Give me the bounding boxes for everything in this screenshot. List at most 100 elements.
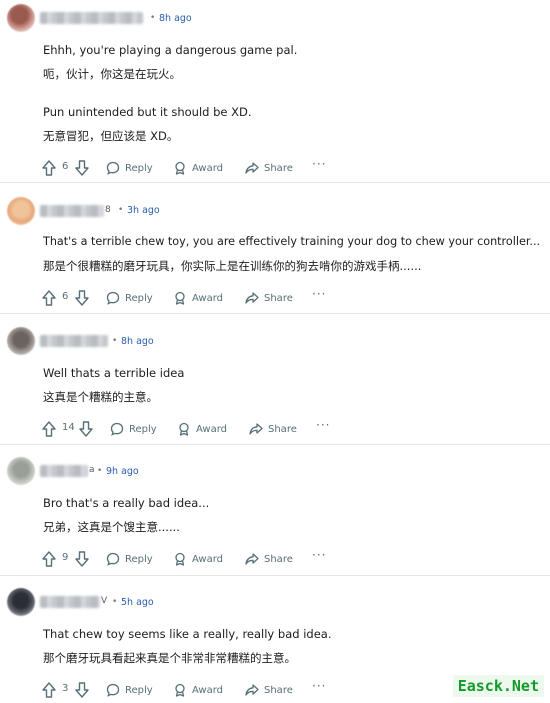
reply-button[interactable]: Reply [106, 550, 153, 568]
username-suffix[interactable]: V [101, 596, 107, 606]
share-icon [249, 423, 263, 435]
more-options-button[interactable]: ··· [312, 157, 326, 171]
action-bar: 6 Reply Award Share ··· [42, 157, 342, 177]
comment: • 8h ago Well thats a terrible idea 这真是个… [0, 327, 550, 447]
avatar[interactable] [7, 4, 35, 32]
award-icon [175, 552, 185, 566]
username[interactable] [40, 596, 100, 608]
divider [0, 575, 550, 576]
award-icon [179, 422, 189, 436]
reply-button[interactable]: Reply [106, 159, 153, 177]
vote-count: 9 [62, 552, 69, 563]
comment-translation: 无意冒犯，但应该是 XD。 [43, 129, 179, 143]
more-options-button[interactable]: ··· [312, 679, 326, 693]
comment: 8 • 3h ago That's a terrible chew toy, y… [0, 197, 550, 317]
downvote-icon [75, 682, 89, 698]
award-button[interactable]: Award [173, 681, 223, 699]
username-suffix[interactable]: 8 [105, 205, 111, 215]
reply-icon [106, 291, 120, 305]
upvote-button[interactable] [42, 550, 56, 568]
comment-translation: 这真是个糟糕的主意。 [43, 390, 158, 404]
more-options-button[interactable]: ··· [316, 418, 330, 432]
share-button[interactable]: Share [249, 420, 297, 438]
award-button[interactable]: Award [173, 289, 223, 307]
share-button[interactable]: Share [245, 159, 293, 177]
upvote-button[interactable] [42, 159, 56, 177]
reply-button[interactable]: Reply [106, 289, 153, 307]
award-button[interactable]: Award [173, 159, 223, 177]
separator-dot: • [118, 205, 124, 215]
comment-translation: 那个磨牙玩具看起来真是个非常非常糟糕的主意。 [43, 651, 296, 665]
award-label: Award [192, 553, 224, 565]
award-icon [175, 683, 185, 697]
reply-icon [106, 683, 120, 697]
avatar[interactable] [7, 588, 35, 616]
username[interactable] [40, 335, 108, 347]
share-icon [245, 684, 259, 696]
avatar[interactable] [7, 457, 35, 485]
upvote-button[interactable] [42, 420, 56, 438]
reply-label: Reply [125, 292, 153, 304]
reply-button[interactable]: Reply [106, 681, 153, 699]
share-button[interactable]: Share [245, 681, 293, 699]
comment-text: Bro that's a really bad idea... [43, 496, 210, 510]
award-label: Award [192, 684, 224, 696]
comment-text: That's a terrible chew toy, you are effe… [43, 235, 541, 248]
comment-text: That chew toy seems like a really, reall… [43, 627, 332, 641]
username[interactable] [40, 465, 88, 477]
divider [0, 182, 550, 183]
comment-translation: 兄弟，这真是个馊主意...... [43, 520, 180, 534]
comment-translation: 呃，伙计，你这是在玩火。 [43, 67, 181, 81]
comment-text: Pun unintended but it should be XD. [43, 105, 252, 119]
share-label: Share [268, 423, 297, 435]
downvote-icon [75, 551, 89, 567]
timestamp[interactable]: 9h ago [106, 466, 139, 477]
downvote-button[interactable] [75, 159, 89, 177]
reply-icon [106, 552, 120, 566]
username[interactable] [40, 12, 143, 24]
reply-icon [110, 422, 124, 436]
more-options-button[interactable]: ··· [312, 287, 326, 301]
username-suffix[interactable]: a [89, 465, 95, 475]
avatar[interactable] [7, 197, 35, 225]
avatar[interactable] [7, 327, 35, 355]
reply-button[interactable]: Reply [110, 420, 157, 438]
share-button[interactable]: Share [245, 289, 293, 307]
timestamp[interactable]: 5h ago [121, 597, 154, 608]
reply-label: Reply [125, 684, 153, 696]
vote-count: 3 [62, 683, 69, 694]
vote-count: 14 [62, 422, 75, 433]
upvote-icon [42, 682, 56, 698]
timestamp[interactable]: 8h ago [159, 13, 192, 24]
award-label: Award [192, 292, 224, 304]
award-button[interactable]: Award [177, 420, 227, 438]
downvote-button[interactable] [75, 681, 89, 699]
vote-count: 6 [62, 161, 69, 172]
share-label: Share [264, 553, 293, 565]
share-icon [245, 553, 259, 565]
vote-count: 6 [62, 291, 69, 302]
upvote-button[interactable] [42, 681, 56, 699]
timestamp[interactable]: 8h ago [121, 336, 154, 347]
comment-translation: 那是个很糟糕的磨牙玩具，你实际上是在训练你的狗去啃你的游戏手柄...... [43, 259, 422, 273]
upvote-button[interactable] [42, 289, 56, 307]
award-icon [175, 161, 185, 175]
reply-label: Reply [125, 162, 153, 174]
downvote-button[interactable] [75, 289, 89, 307]
separator-dot: • [112, 597, 118, 607]
action-bar: 14 Reply Award Share ··· [42, 418, 342, 438]
upvote-icon [42, 160, 56, 176]
share-button[interactable]: Share [245, 550, 293, 568]
timestamp[interactable]: 3h ago [127, 205, 160, 216]
downvote-icon [79, 421, 93, 437]
award-button[interactable]: Award [173, 550, 223, 568]
username[interactable] [40, 205, 104, 217]
award-icon [175, 291, 185, 305]
downvote-button[interactable] [75, 550, 89, 568]
upvote-icon [42, 551, 56, 567]
comment: a • 9h ago Bro that's a really bad idea.… [0, 457, 550, 577]
share-icon [245, 292, 259, 304]
more-options-button[interactable]: ··· [312, 548, 326, 562]
downvote-button[interactable] [79, 420, 93, 438]
comment: • 8h ago Ehhh, you're playing a dangerou… [0, 4, 550, 180]
